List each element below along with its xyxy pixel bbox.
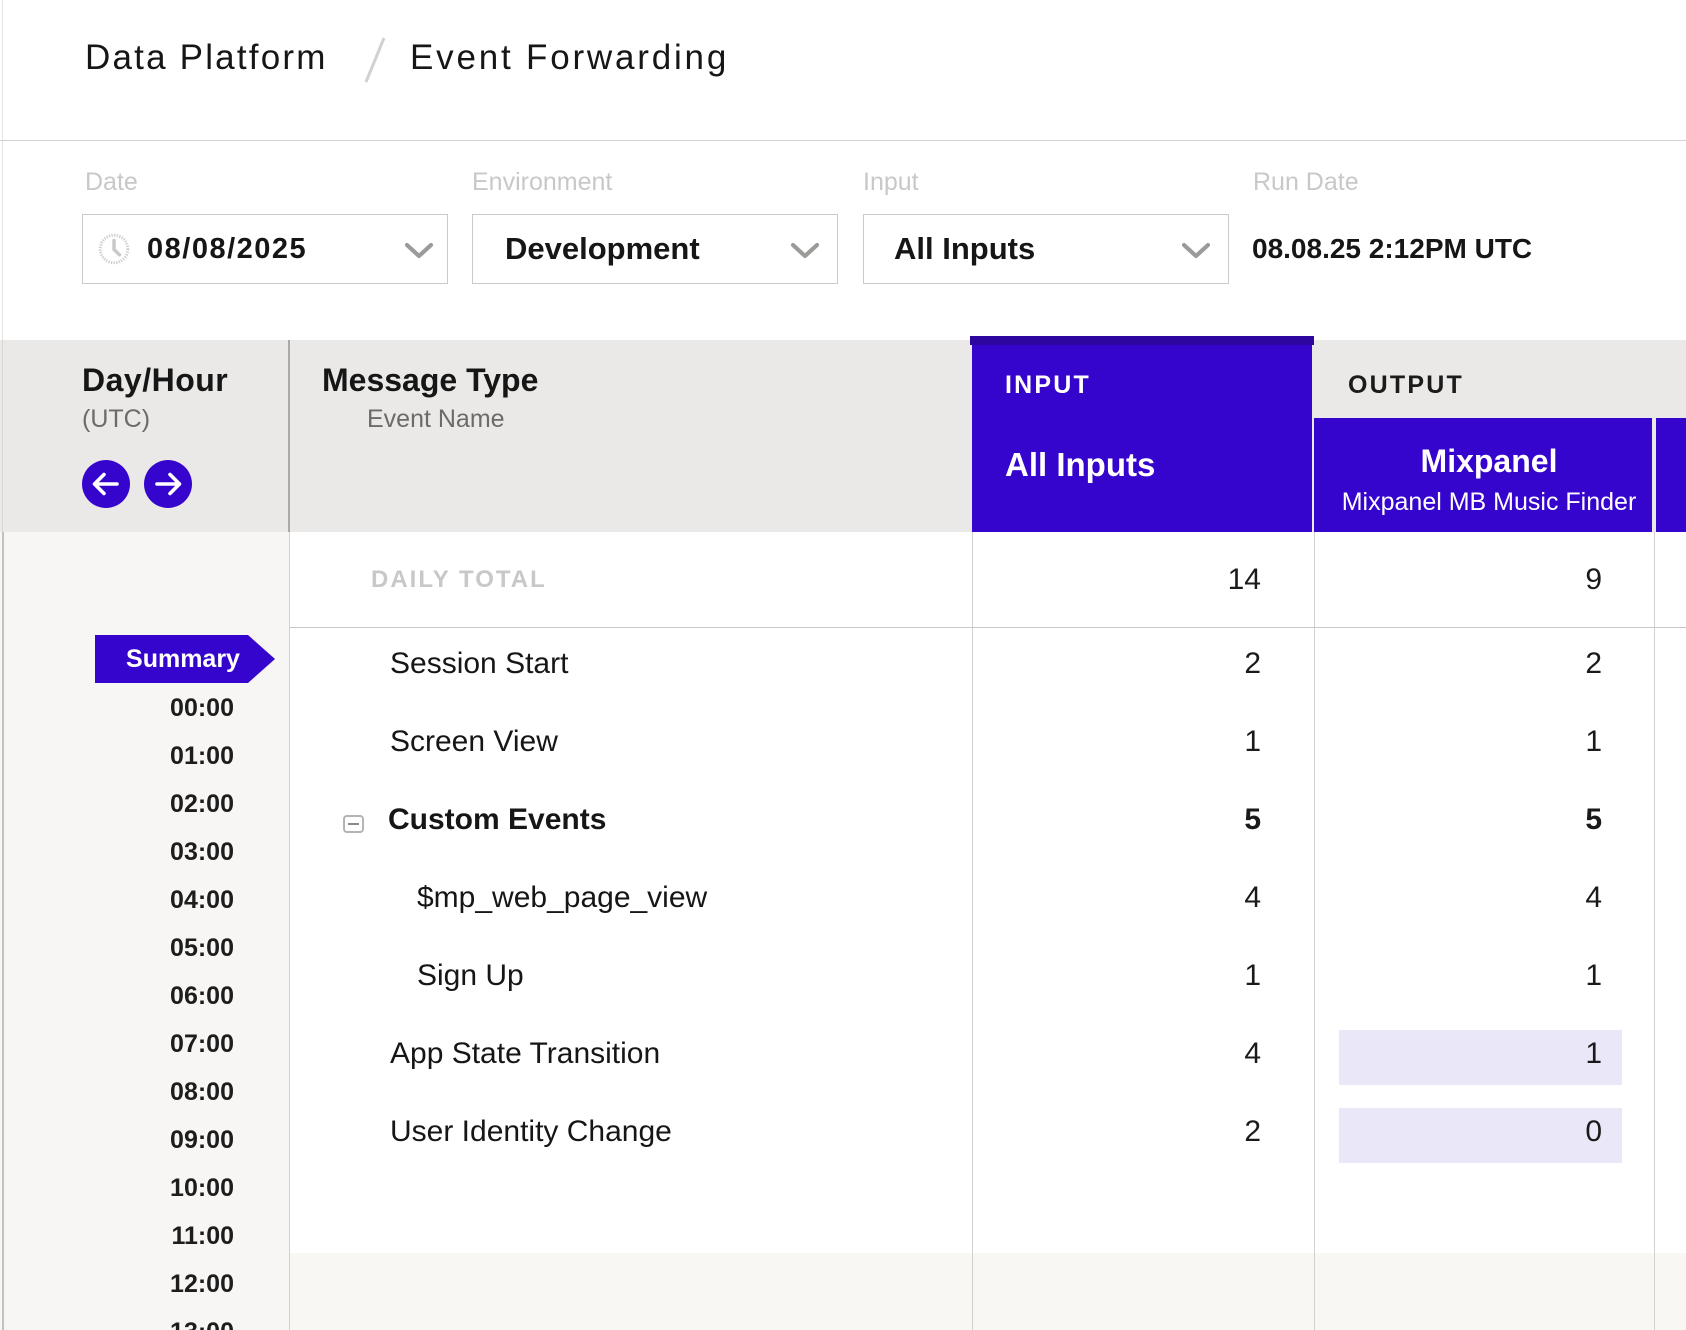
svg-text:Summary: Summary: [126, 645, 240, 673]
